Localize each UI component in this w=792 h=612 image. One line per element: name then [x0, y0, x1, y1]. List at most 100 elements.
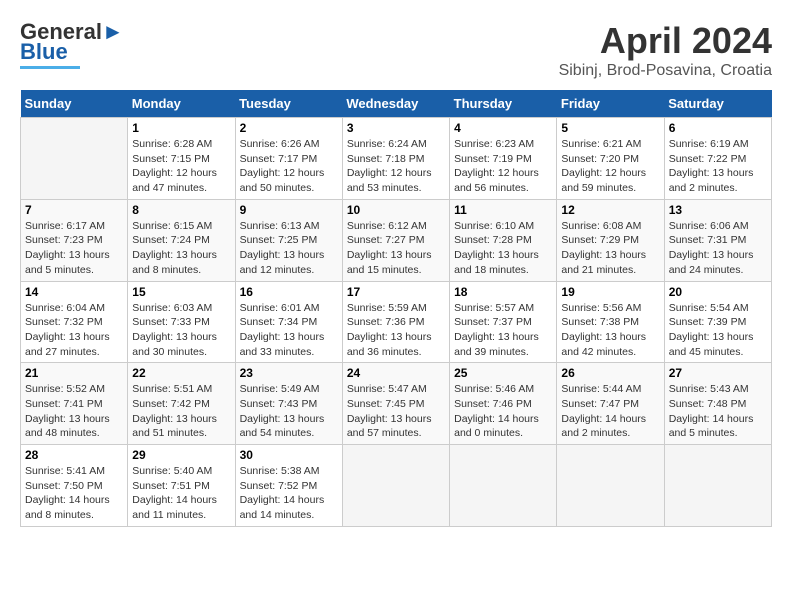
header-cell-wednesday: Wednesday: [342, 90, 449, 118]
calendar-cell: [664, 445, 771, 527]
day-info: Sunrise: 5:44 AMSunset: 7:47 PMDaylight:…: [561, 382, 659, 441]
calendar-cell: 22Sunrise: 5:51 AMSunset: 7:42 PMDayligh…: [128, 363, 235, 445]
day-info: Sunrise: 6:10 AMSunset: 7:28 PMDaylight:…: [454, 219, 552, 278]
day-number: 15: [132, 285, 230, 299]
calendar-cell: 15 Sunrise: 6:03 AMSunset: 7:33 PMDayligh…: [128, 281, 235, 363]
day-info: Sunrise: 5:56 AMSunset: 7:38 PMDaylight:…: [561, 301, 659, 360]
day-number: 14: [25, 285, 123, 299]
day-number: 27: [669, 366, 767, 380]
title-section: April 2024 Sibinj, Brod-Posavina, Croati…: [559, 20, 772, 80]
day-info: Sunrise: 6:19 AMSunset: 7:22 PMDaylight:…: [669, 137, 767, 196]
calendar-table: SundayMondayTuesdayWednesdayThursdayFrid…: [20, 90, 772, 527]
calendar-cell: 10Sunrise: 6:12 AMSunset: 7:27 PMDayligh…: [342, 199, 449, 281]
day-info: Sunrise: 6:21 AMSunset: 7:20 PMDaylight:…: [561, 137, 659, 196]
day-info: Sunrise: 5:41 AMSunset: 7:50 PMDaylight:…: [25, 464, 123, 523]
calendar-header: SundayMondayTuesdayWednesdayThursdayFrid…: [21, 90, 772, 118]
day-info: Sunrise: 6:12 AMSunset: 7:27 PMDaylight:…: [347, 219, 445, 278]
day-info: Sunrise: 6:26 AMSunset: 7:17 PMDaylight:…: [240, 137, 338, 196]
logo-text2: Blue: [20, 40, 68, 64]
logo: General► Blue: [20, 20, 124, 69]
day-info: Sunrise: 6:28 AMSunset: 7:15 PMDaylight:…: [132, 137, 230, 196]
day-info: Sunrise: 6:13 AMSunset: 7:25 PMDaylight:…: [240, 219, 338, 278]
header-row: SundayMondayTuesdayWednesdayThursdayFrid…: [21, 90, 772, 118]
header-cell-thursday: Thursday: [450, 90, 557, 118]
header-cell-saturday: Saturday: [664, 90, 771, 118]
day-number: 28: [25, 448, 123, 462]
calendar-cell: 8Sunrise: 6:15 AMSunset: 7:24 PMDaylight…: [128, 199, 235, 281]
day-info: Sunrise: 6:24 AMSunset: 7:18 PMDaylight:…: [347, 137, 445, 196]
day-number: 9: [240, 203, 338, 217]
day-number: 16: [240, 285, 338, 299]
day-number: 3: [347, 121, 445, 135]
day-info: Sunrise: 6:04 AMSunset: 7:32 PMDaylight:…: [25, 301, 123, 360]
day-number: 21: [25, 366, 123, 380]
day-number: 4: [454, 121, 552, 135]
day-info: Sunrise: 5:52 AMSunset: 7:41 PMDaylight:…: [25, 382, 123, 441]
page-header: General► Blue April 2024 Sibinj, Brod-Po…: [20, 20, 772, 80]
day-info: Sunrise: 6:23 AMSunset: 7:19 PMDaylight:…: [454, 137, 552, 196]
header-cell-monday: Monday: [128, 90, 235, 118]
calendar-cell: 1 Sunrise: 6:28 AMSunset: 7:15 PMDaylight…: [128, 118, 235, 200]
day-info: Sunrise: 6:15 AMSunset: 7:24 PMDaylight:…: [132, 219, 230, 278]
calendar-cell: 9 Sunrise: 6:13 AMSunset: 7:25 PMDaylight…: [235, 199, 342, 281]
day-number: 5: [561, 121, 659, 135]
day-number: 17: [347, 285, 445, 299]
header-cell-friday: Friday: [557, 90, 664, 118]
day-info: Sunrise: 6:17 AMSunset: 7:23 PMDaylight:…: [25, 219, 123, 278]
calendar-cell: 6 Sunrise: 6:19 AMSunset: 7:22 PMDaylight…: [664, 118, 771, 200]
day-number: 25: [454, 366, 552, 380]
day-number: 2: [240, 121, 338, 135]
calendar-cell: [21, 118, 128, 200]
calendar-cell: 29 Sunrise: 5:40 AMSunset: 7:51 PMDayligh…: [128, 445, 235, 527]
logo-underline: [20, 66, 80, 69]
calendar-cell: 14 Sunrise: 6:04 AMSunset: 7:32 PMDayligh…: [21, 281, 128, 363]
location-subtitle: Sibinj, Brod-Posavina, Croatia: [559, 62, 772, 80]
day-info: Sunrise: 6:01 AMSunset: 7:34 PMDaylight:…: [240, 301, 338, 360]
calendar-cell: [557, 445, 664, 527]
day-info: Sunrise: 5:38 AMSunset: 7:52 PMDaylight:…: [240, 464, 338, 523]
header-cell-sunday: Sunday: [21, 90, 128, 118]
day-info: Sunrise: 6:06 AMSunset: 7:31 PMDaylight:…: [669, 219, 767, 278]
calendar-cell: 2 Sunrise: 6:26 AMSunset: 7:17 PMDaylight…: [235, 118, 342, 200]
day-info: Sunrise: 5:47 AMSunset: 7:45 PMDaylight:…: [347, 382, 445, 441]
calendar-cell: 19 Sunrise: 5:56 AMSunset: 7:38 PMDayligh…: [557, 281, 664, 363]
day-number: 29: [132, 448, 230, 462]
day-number: 6: [669, 121, 767, 135]
calendar-cell: 23 Sunrise: 5:49 AMSunset: 7:43 PMDayligh…: [235, 363, 342, 445]
calendar-cell: 16 Sunrise: 6:01 AMSunset: 7:34 PMDayligh…: [235, 281, 342, 363]
calendar-cell: 4 Sunrise: 6:23 AMSunset: 7:19 PMDaylight…: [450, 118, 557, 200]
calendar-cell: 28 Sunrise: 5:41 AMSunset: 7:50 PMDayligh…: [21, 445, 128, 527]
day-number: 18: [454, 285, 552, 299]
day-info: Sunrise: 5:51 AMSunset: 7:42 PMDaylight:…: [132, 382, 230, 441]
calendar-week-4: 21 Sunrise: 5:52 AMSunset: 7:41 PMDayligh…: [21, 363, 772, 445]
calendar-cell: 20Sunrise: 5:54 AMSunset: 7:39 PMDayligh…: [664, 281, 771, 363]
calendar-week-5: 28 Sunrise: 5:41 AMSunset: 7:50 PMDayligh…: [21, 445, 772, 527]
calendar-week-1: 1 Sunrise: 6:28 AMSunset: 7:15 PMDaylight…: [21, 118, 772, 200]
calendar-cell: 13 Sunrise: 6:06 AMSunset: 7:31 PMDayligh…: [664, 199, 771, 281]
day-number: 1: [132, 121, 230, 135]
day-number: 11: [454, 203, 552, 217]
day-info: Sunrise: 6:03 AMSunset: 7:33 PMDaylight:…: [132, 301, 230, 360]
calendar-cell: 17 Sunrise: 5:59 AMSunset: 7:36 PMDayligh…: [342, 281, 449, 363]
day-number: 13: [669, 203, 767, 217]
calendar-cell: 21 Sunrise: 5:52 AMSunset: 7:41 PMDayligh…: [21, 363, 128, 445]
day-info: Sunrise: 5:43 AMSunset: 7:48 PMDaylight:…: [669, 382, 767, 441]
calendar-cell: 5 Sunrise: 6:21 AMSunset: 7:20 PMDaylight…: [557, 118, 664, 200]
calendar-cell: 11 Sunrise: 6:10 AMSunset: 7:28 PMDayligh…: [450, 199, 557, 281]
day-number: 30: [240, 448, 338, 462]
calendar-cell: 30 Sunrise: 5:38 AMSunset: 7:52 PMDayligh…: [235, 445, 342, 527]
calendar-cell: 3 Sunrise: 6:24 AMSunset: 7:18 PMDaylight…: [342, 118, 449, 200]
day-number: 19: [561, 285, 659, 299]
calendar-cell: 12Sunrise: 6:08 AMSunset: 7:29 PMDayligh…: [557, 199, 664, 281]
day-info: Sunrise: 5:40 AMSunset: 7:51 PMDaylight:…: [132, 464, 230, 523]
day-info: Sunrise: 5:49 AMSunset: 7:43 PMDaylight:…: [240, 382, 338, 441]
calendar-cell: [342, 445, 449, 527]
day-number: 7: [25, 203, 123, 217]
calendar-cell: 24 Sunrise: 5:47 AMSunset: 7:45 PMDayligh…: [342, 363, 449, 445]
day-info: Sunrise: 5:59 AMSunset: 7:36 PMDaylight:…: [347, 301, 445, 360]
day-number: 24: [347, 366, 445, 380]
header-cell-tuesday: Tuesday: [235, 90, 342, 118]
day-info: Sunrise: 5:46 AMSunset: 7:46 PMDaylight:…: [454, 382, 552, 441]
day-number: 23: [240, 366, 338, 380]
day-info: Sunrise: 5:54 AMSunset: 7:39 PMDaylight:…: [669, 301, 767, 360]
